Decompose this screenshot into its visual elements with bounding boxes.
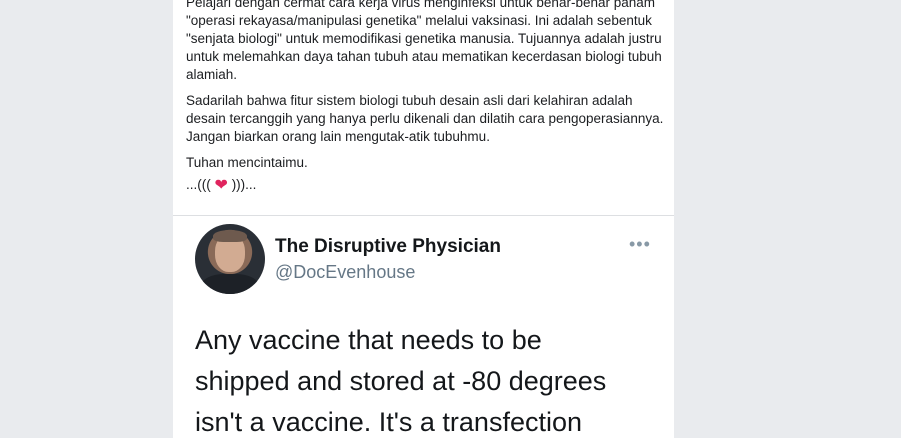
avatar-hair: [213, 230, 247, 242]
facebook-post: Pelajari dengan cermat cara kerja virus …: [173, 0, 674, 438]
tweet-body-line: Any vaccine that needs to be: [195, 325, 542, 355]
tweet-body-line: shipped and stored at -80 degrees: [195, 366, 607, 396]
post-paragraph: Sadarilah bahwa fitur sistem biologi tub…: [186, 93, 664, 144]
post-paragraph: Pelajari dengan cermat cara kerja virus …: [186, 0, 662, 82]
tweet-screenshot[interactable]: The Disruptive Physician @DocEvenhouse •…: [173, 216, 674, 438]
tweet-body-line: isn't a vaccine. It's a transfection: [195, 407, 582, 437]
tweet-body: Any vaccine that needs to be shipped and…: [195, 320, 665, 438]
tweet-handle: @DocEvenhouse: [275, 262, 416, 282]
post-text: Pelajari dengan cermat cara kerja virus …: [173, 0, 674, 195]
more-options-icon: •••: [629, 234, 651, 254]
tweet-display-name: The Disruptive Physician: [275, 236, 501, 257]
avatar: [195, 224, 265, 294]
signoff-prefix: ...(((: [186, 177, 211, 192]
signoff-line: ...((( ❤ )))...: [186, 176, 664, 195]
post-paragraph: Tuhan mencintaimu.: [186, 155, 308, 170]
signoff-suffix: )))...: [231, 177, 257, 192]
heart-icon: ❤: [214, 177, 228, 194]
avatar-body: [201, 274, 259, 294]
